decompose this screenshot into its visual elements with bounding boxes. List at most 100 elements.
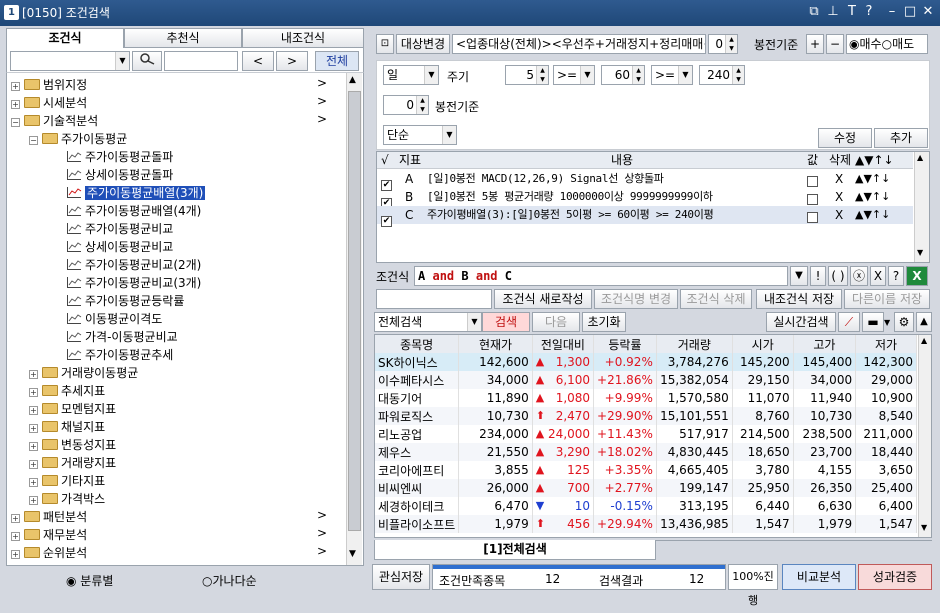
tab-recommended[interactable]: 추천식 — [124, 28, 242, 48]
expand-icon[interactable]: + — [11, 532, 20, 541]
tree-item[interactable]: − 주가이동평균 — [29, 130, 127, 148]
condition-name-input[interactable] — [376, 289, 492, 309]
order-arrows-icon[interactable]: ▲▼↑↓ — [855, 170, 890, 188]
pin-icon[interactable]: ⊥ — [825, 3, 841, 21]
tree-item[interactable]: + 거래량이동평균 — [29, 364, 138, 382]
scope-offset-input[interactable]: 0 ▲ ▼ — [708, 34, 738, 54]
font-icon[interactable]: T — [844, 3, 860, 21]
tree-item[interactable]: + 모멘텀지표 — [29, 400, 116, 418]
submenu-arrow-icon[interactable]: > — [317, 76, 327, 90]
add-button[interactable]: 추가 — [874, 128, 928, 148]
table-row[interactable]: 비씨엔씨 26,000 ▲ 700 +2.77% 199,147 25,950 26,350 2… — [375, 479, 917, 497]
tree-item[interactable]: + 변동성지표 — [29, 436, 116, 454]
search-button[interactable] — [132, 51, 162, 71]
buy-sell-radio[interactable]: ◉매수○매도 — [846, 34, 928, 54]
reset-button[interactable]: 초기화 — [582, 312, 626, 332]
expand-icon[interactable]: + — [29, 478, 38, 487]
tree-item[interactable]: + 범위지정 — [11, 76, 87, 94]
expand-icon[interactable]: − — [29, 136, 38, 145]
table-row[interactable]: 제우스 21,550 ▲ 3,290 +18.02% 4,830,445 18,650 23,… — [375, 443, 917, 461]
header-rate[interactable]: 등락률 — [593, 335, 657, 353]
expand-icon[interactable]: + — [29, 424, 38, 433]
tree-item[interactable]: 주가이동평균배열(3개) — [67, 184, 206, 202]
expand-icon[interactable]: + — [29, 388, 38, 397]
tree-item[interactable]: 주가이동평균추세 — [67, 346, 173, 364]
delete-x-icon[interactable]: X — [835, 188, 843, 206]
tree-item[interactable]: 상세이동평균비교 — [67, 238, 173, 256]
formula-field[interactable]: A and B and C — [414, 266, 788, 286]
period-select[interactable]: 일 ▼ — [383, 65, 439, 85]
radio-alpha[interactable]: ○가나다순 — [202, 572, 257, 589]
operator1-select[interactable]: >= ▼ — [553, 65, 595, 85]
chevron-down-icon[interactable]: ▼ — [884, 318, 890, 327]
tree-item[interactable]: + 순위분석 — [11, 544, 87, 562]
operator2-select[interactable]: >= ▼ — [651, 65, 693, 85]
minus-button[interactable]: − — [826, 34, 844, 54]
expand-icon[interactable]: + — [29, 496, 38, 505]
menu-icon[interactable]: ▬ — [862, 312, 884, 332]
delete-x-icon[interactable]: X — [835, 206, 843, 224]
expand-icon[interactable]: + — [29, 406, 38, 415]
tab-all-search[interactable]: [1]전체검색 — [374, 540, 656, 560]
table-row[interactable]: 리노공업 234,000 ▲ 24,000 +11.43% 517,917 214,500 2… — [375, 425, 917, 443]
radio-category[interactable]: ◉ 분류별 — [66, 572, 113, 589]
realtime-search-button[interactable]: 실시간검색 — [766, 312, 836, 332]
header-open[interactable]: 시가 — [732, 335, 794, 353]
close-icon[interactable]: ✕ — [920, 3, 936, 21]
results-scrollbar[interactable]: ▲ ▼ — [918, 335, 931, 537]
expand-panel-icon[interactable]: ⊡ — [376, 34, 394, 54]
edit-button[interactable]: 수정 — [818, 128, 872, 148]
submenu-arrow-icon[interactable]: > — [317, 526, 327, 540]
table-row[interactable]: 세경하이테크 6,470 ▼ 10 -0.15% 313,195 6,440 6,630 6,4… — [375, 497, 917, 515]
excel-icon[interactable]: X — [906, 266, 928, 286]
minimize-icon[interactable]: – — [884, 3, 900, 21]
next-results-button[interactable]: 다음 — [532, 312, 580, 332]
scroll-down-icon[interactable]: ▼ — [349, 549, 356, 559]
tree-item[interactable]: 주가이동평균등락률 — [67, 292, 184, 310]
expand-icon[interactable]: + — [29, 460, 38, 469]
save-my-condition-button[interactable]: 내조건식 저장 — [756, 289, 842, 309]
search-input[interactable] — [164, 51, 238, 71]
spinner-icon[interactable]: ▲ ▼ — [536, 66, 548, 84]
change-scope-button[interactable]: 대상변경 — [396, 34, 450, 54]
new-condition-button[interactable]: 조건식 새로작성 — [494, 289, 592, 309]
next-button[interactable]: > — [276, 51, 308, 71]
restore-icon[interactable]: ⧉ — [806, 3, 822, 21]
scroll-down-icon[interactable]: ▼ — [921, 523, 927, 532]
tree-item[interactable]: 주가이동평균돌파 — [67, 148, 173, 166]
expand-icon[interactable]: + — [11, 100, 20, 109]
plus-button[interactable]: + — [806, 34, 824, 54]
header-low[interactable]: 저가 — [855, 335, 917, 353]
table-row[interactable]: SK하이닉스 142,600 ▲ 1,300 +0.92% 3,784,276 145,20… — [375, 353, 917, 371]
tree-item[interactable]: + 시세분석 — [11, 94, 87, 112]
tree-item[interactable]: + 가격박스 — [29, 490, 105, 508]
search-scope-select[interactable]: 전체검색 ▼ — [374, 312, 482, 332]
condition-checkbox[interactable]: ✔ — [381, 209, 392, 227]
compare-button[interactable]: 비교분석 — [782, 564, 856, 590]
category-select[interactable]: ▼ — [10, 51, 130, 71]
spinner-icon[interactable]: ▲ ▼ — [725, 35, 737, 53]
tree-item[interactable]: + 거래량지표 — [29, 454, 116, 472]
tree-item[interactable]: 주가이동평균배열(4개) — [67, 202, 201, 220]
scroll-up-icon[interactable]: ▲ — [921, 336, 927, 345]
rename-condition-button[interactable]: 조건식명 변경 — [594, 289, 678, 309]
paren-button[interactable]: ( ) — [828, 266, 848, 286]
table-row[interactable]: 이수페타시스 34,000 ▲ 6,100 +21.86% 15,382,054 29,15… — [375, 371, 917, 389]
offset-input[interactable]: 0 ▲ ▼ — [383, 95, 429, 115]
tree-item[interactable]: 가격-이동평균비교 — [67, 328, 178, 346]
scroll-up-icon[interactable]: ▲ — [917, 153, 923, 162]
table-row[interactable]: 파워로직스 10,730 ⬆ 2,470 +29.90% 15,101,551 8,760 1… — [375, 407, 917, 425]
condition-row[interactable]: ✔ A [일]0봉전 MACD(12,26,9) Signal선 상향돌파 X ▲▼↑↓ — [377, 170, 913, 191]
help-icon[interactable]: ? — [861, 3, 877, 21]
ma2-input[interactable]: 60 ▲ ▼ — [601, 65, 645, 85]
tab-conditions[interactable]: 조건식 — [6, 28, 124, 48]
condition-row[interactable]: ✔ B [일]0봉전 5봉 평균거래량 1000000이상 9999999999이하… — [377, 188, 913, 209]
tree-item[interactable]: 주가이동평균비교(2개) — [67, 256, 201, 274]
maximize-icon[interactable]: □ — [902, 3, 918, 21]
tree-item[interactable]: 상세이동평균돌파 — [67, 166, 173, 184]
conditions-scrollbar[interactable]: ▲ ▼ — [914, 152, 929, 262]
submenu-arrow-icon[interactable]: > — [317, 112, 327, 126]
save-favorites-button[interactable]: 관심저장 — [372, 564, 430, 590]
spinner-icon[interactable]: ▲ ▼ — [732, 66, 744, 84]
tree-scrollbar[interactable]: ▲ ▼ — [346, 73, 362, 565]
